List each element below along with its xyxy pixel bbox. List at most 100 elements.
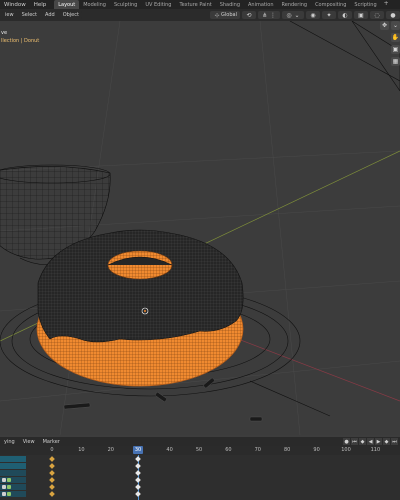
keyframe-marker[interactable] — [49, 477, 55, 483]
tab-scripting[interactable]: Scripting — [350, 0, 380, 9]
frame-tick-label: 100 — [341, 447, 351, 453]
workspace-tabs: Layout Modeling Sculpting UV Editing Tex… — [54, 0, 391, 9]
add-menu[interactable]: Add — [42, 11, 58, 19]
camera-outline — [289, 21, 400, 92]
marker-menu[interactable]: Marker — [39, 439, 64, 445]
tab-layout[interactable]: Layout — [54, 0, 80, 9]
donut-mesh — [36, 229, 244, 387]
viewport-mode-text: ve — [1, 30, 8, 36]
frame-tick-label: 60 — [225, 447, 232, 453]
timeline-view-menu[interactable]: View — [19, 439, 39, 445]
current-frame-indicator[interactable]: 30 — [133, 446, 143, 454]
frame-tick-label: 10 — [78, 447, 85, 453]
playback-controls: ● ⏮ ◆ ◀ ▶ ◆ ⏭ — [342, 438, 398, 445]
eye-icon: ◉ — [310, 11, 316, 19]
gizmo-toggle[interactable]: ✦ — [322, 11, 336, 19]
channel-row[interactable] — [0, 484, 400, 490]
solid-sphere-icon: ● — [390, 11, 396, 19]
frame-tick-label: 40 — [166, 447, 173, 453]
record-button[interactable]: ● — [343, 438, 350, 445]
keyframe-marker[interactable] — [49, 484, 55, 490]
jump-start-icon[interactable]: ⏮ — [351, 438, 358, 445]
play-reverse-icon[interactable]: ◀ — [367, 438, 374, 445]
viewport-scene — [0, 21, 400, 435]
channel-type-icon — [2, 478, 6, 482]
camera-toggle-button[interactable]: ▣ — [391, 45, 400, 54]
menu-window[interactable]: Window — [0, 2, 30, 8]
keyframe-marker[interactable] — [135, 477, 141, 483]
channel-row[interactable] — [0, 463, 400, 469]
jump-end-icon[interactable]: ⏭ — [391, 438, 398, 445]
proportional-edit-button[interactable]: ◎ ⌄ — [282, 11, 304, 19]
channel-row[interactable] — [0, 470, 400, 476]
channel-row[interactable] — [0, 477, 400, 483]
channel-enable-checkbox[interactable] — [7, 478, 11, 482]
grid-toggle-button[interactable]: ▦ — [391, 57, 400, 66]
keyframe-marker[interactable] — [49, 491, 55, 497]
grid-icon: ▦ — [392, 58, 399, 65]
frame-tick-label: 110 — [370, 447, 381, 453]
navigation-gizmo-button[interactable]: ✥ — [380, 21, 389, 30]
chevron-down-icon: ⌄ — [392, 22, 399, 29]
channel-enable-checkbox[interactable] — [7, 492, 11, 496]
visibility-button[interactable]: ◉ — [306, 11, 320, 19]
channel-enable-checkbox[interactable] — [7, 485, 11, 489]
add-workspace-button[interactable]: + — [381, 0, 392, 9]
camera-view-icon: ✥ — [381, 22, 388, 29]
keyframe-marker[interactable] — [135, 491, 141, 497]
object-menu[interactable]: Object — [59, 11, 82, 19]
axis-icon: ⊹ — [214, 11, 220, 19]
prev-key-icon[interactable]: ◆ — [359, 438, 366, 445]
zoom-view-button[interactable]: ✋ — [391, 33, 400, 42]
shading-wireframe-button[interactable]: ◌ — [370, 11, 384, 19]
orientation-dropdown[interactable]: ⊹ Global — [210, 11, 240, 19]
menu-help[interactable]: Help — [30, 2, 51, 8]
next-key-icon[interactable]: ◆ — [383, 438, 390, 445]
keyframe-marker[interactable] — [49, 470, 55, 476]
tab-sculpting[interactable]: Sculpting — [110, 0, 141, 9]
channel-swatch[interactable] — [0, 470, 26, 476]
channel-swatch[interactable] — [0, 463, 26, 469]
tab-uv-editing[interactable]: UV Editing — [141, 0, 175, 9]
3d-viewport[interactable]: ve llection | Donut ✥ ⌄ ✋ ▣ ▦ — [0, 21, 400, 435]
keyframe-marker[interactable] — [135, 456, 141, 462]
tab-modeling[interactable]: Modeling — [79, 0, 110, 9]
keyframe-marker[interactable] — [135, 463, 141, 469]
select-menu[interactable]: Select — [18, 11, 40, 19]
tab-rendering[interactable]: Rendering — [278, 0, 312, 9]
playback-menu[interactable]: ying — [0, 439, 19, 445]
keyframe-marker[interactable] — [49, 456, 55, 462]
frame-tick-label: 90 — [313, 447, 320, 453]
play-icon[interactable]: ▶ — [375, 438, 382, 445]
keyframe-marker[interactable] — [135, 470, 141, 476]
view-menu[interactable]: iew — [2, 11, 17, 19]
tab-shading[interactable]: Shading — [216, 0, 244, 9]
frame-tick-label: 0 — [50, 447, 54, 453]
keyframe-marker[interactable] — [135, 484, 141, 490]
pivot-dropdown[interactable]: ⟲ — [242, 11, 256, 19]
shading-solid-button[interactable]: ● — [386, 11, 400, 19]
overlay-icon: ◐ — [342, 11, 348, 19]
frame-tick-label: 20 — [107, 447, 114, 453]
timeline-header: ying View Marker ● ⏮ ◆ ◀ ▶ ◆ ⏭ — [0, 437, 400, 446]
hand-pan-icon: ✋ — [391, 34, 400, 41]
tab-compositing[interactable]: Compositing — [311, 0, 350, 9]
keyframe-marker[interactable] — [49, 463, 55, 469]
snap-grid-icon: ⋮ — [270, 11, 276, 19]
frame-tick-label: 80 — [284, 447, 291, 453]
view-options-button[interactable]: ⌄ — [391, 21, 400, 30]
channel-row[interactable] — [0, 491, 400, 497]
channel-type-icon — [2, 492, 6, 496]
channel-swatch[interactable] — [0, 456, 26, 462]
scene-collection-path: llection | Donut — [1, 38, 40, 44]
tab-texture-paint[interactable]: Texture Paint — [175, 0, 215, 9]
pivot-icon: ⟲ — [246, 11, 252, 19]
tab-animation[interactable]: Animation — [244, 0, 278, 9]
timeline-area[interactable]: 0102030405060708090100110 30 — [0, 446, 400, 500]
snap-dropdown[interactable]: ⋔ ⋮ — [258, 11, 280, 19]
orientation-label: Global — [221, 12, 237, 18]
xray-toggle[interactable]: ▣ — [354, 11, 368, 19]
overlay-toggle[interactable]: ◐ — [338, 11, 352, 19]
top-menu-bar: Window Help Layout Modeling Sculpting UV… — [0, 0, 400, 9]
channel-row[interactable] — [0, 456, 400, 462]
